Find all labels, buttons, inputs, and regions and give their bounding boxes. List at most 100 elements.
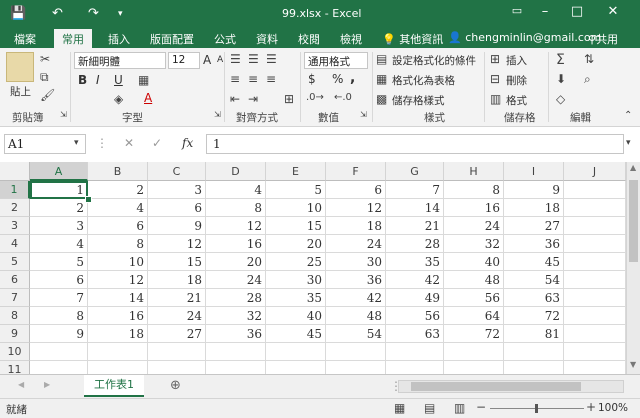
- copy-icon[interactable]: ⧉: [40, 70, 49, 85]
- scroll-down-icon[interactable]: ▼: [630, 360, 636, 369]
- minimize-button[interactable]: –: [532, 4, 558, 19]
- cell-b8[interactable]: 16: [88, 307, 148, 325]
- clipboard-launcher-icon[interactable]: ⇲: [60, 110, 67, 119]
- font-launcher-icon[interactable]: ⇲: [214, 110, 221, 119]
- sheet-tab[interactable]: 工作表1: [84, 375, 144, 397]
- cell-a6[interactable]: 6: [30, 271, 88, 289]
- align-right-icon[interactable]: ≡: [266, 72, 276, 86]
- cell-j6[interactable]: [564, 271, 626, 289]
- page-break-view-icon[interactable]: ▥: [454, 401, 465, 415]
- cell-d8[interactable]: 32: [206, 307, 266, 325]
- decrease-decimal-icon[interactable]: ←.0: [334, 92, 352, 103]
- cell-h5[interactable]: 40: [444, 253, 504, 271]
- cell-a9[interactable]: 9: [30, 325, 88, 343]
- fill-icon[interactable]: ⬇: [556, 72, 566, 86]
- merge-center-icon[interactable]: ⊞: [284, 92, 294, 106]
- cell-a3[interactable]: 3: [30, 217, 88, 235]
- cell-d10[interactable]: [206, 343, 266, 361]
- cell-g4[interactable]: 28: [386, 235, 444, 253]
- cut-icon[interactable]: ✂: [40, 52, 50, 66]
- comma-button[interactable]: ,: [350, 70, 355, 86]
- save-icon[interactable]: 💾: [10, 6, 26, 21]
- shrink-font-button[interactable]: A: [217, 55, 223, 65]
- cell-f4[interactable]: 24: [326, 235, 386, 253]
- number-format-select[interactable]: 通用格式: [304, 52, 368, 69]
- delete-cells-button[interactable]: 刪除: [506, 73, 527, 88]
- cell-g5[interactable]: 35: [386, 253, 444, 271]
- cell-d2[interactable]: 8: [206, 199, 266, 217]
- font-color-button[interactable]: A: [144, 91, 152, 105]
- borders-icon[interactable]: ▦: [138, 73, 149, 87]
- cancel-icon[interactable]: ✕: [124, 136, 134, 150]
- cell-j5[interactable]: [564, 253, 626, 271]
- cell-f8[interactable]: 48: [326, 307, 386, 325]
- cell-a4[interactable]: 4: [30, 235, 88, 253]
- paste-icon[interactable]: [6, 52, 34, 82]
- column-header-a[interactable]: A: [30, 162, 88, 181]
- formula-input[interactable]: 1: [206, 134, 624, 154]
- cell-h3[interactable]: 24: [444, 217, 504, 235]
- cell-a5[interactable]: 5: [30, 253, 88, 271]
- autosum-icon[interactable]: Σ: [556, 52, 565, 68]
- cell-d1[interactable]: 4: [206, 181, 266, 199]
- scroll-thumb[interactable]: [629, 180, 638, 262]
- cell-e7[interactable]: 35: [266, 289, 326, 307]
- font-name-select[interactable]: 新細明體: [74, 52, 166, 69]
- cell-g7[interactable]: 49: [386, 289, 444, 307]
- cell-e6[interactable]: 30: [266, 271, 326, 289]
- cell-b3[interactable]: 6: [88, 217, 148, 235]
- cell-c6[interactable]: 18: [148, 271, 206, 289]
- cell-j2[interactable]: [564, 199, 626, 217]
- enter-icon[interactable]: ✓: [152, 136, 162, 150]
- increase-indent-icon[interactable]: ⇥: [248, 92, 258, 106]
- cell-f5[interactable]: 30: [326, 253, 386, 271]
- cell-i1[interactable]: 9: [504, 181, 564, 199]
- cell-f10[interactable]: [326, 343, 386, 361]
- align-center-icon[interactable]: ≡: [248, 72, 258, 86]
- cell-i2[interactable]: 18: [504, 199, 564, 217]
- cell-f2[interactable]: 12: [326, 199, 386, 217]
- cell-c3[interactable]: 9: [148, 217, 206, 235]
- cell-a2[interactable]: 2: [30, 199, 88, 217]
- tell-me-box[interactable]: 💡 其他資訊: [382, 31, 443, 47]
- column-header-j[interactable]: J: [564, 162, 626, 181]
- cell-e3[interactable]: 15: [266, 217, 326, 235]
- column-header-b[interactable]: B: [88, 162, 148, 181]
- row-header-7[interactable]: 7: [0, 289, 30, 307]
- cell-a10[interactable]: [30, 343, 88, 361]
- cell-a1[interactable]: 1: [30, 181, 88, 199]
- tab-file[interactable]: 檔案: [14, 31, 36, 47]
- bold-button[interactable]: B: [78, 73, 87, 87]
- cell-c9[interactable]: 27: [148, 325, 206, 343]
- vertical-scrollbar[interactable]: ▲ ▼: [626, 162, 640, 374]
- middle-align-icon[interactable]: ☰: [248, 52, 259, 66]
- cell-g10[interactable]: [386, 343, 444, 361]
- cell-i9[interactable]: 81: [504, 325, 564, 343]
- column-header-f[interactable]: F: [326, 162, 386, 181]
- currency-button[interactable]: $: [308, 72, 316, 86]
- cell-h4[interactable]: 32: [444, 235, 504, 253]
- fill-handle[interactable]: [85, 196, 92, 203]
- cell-c10[interactable]: [148, 343, 206, 361]
- column-header-e[interactable]: E: [266, 162, 326, 181]
- cell-c4[interactable]: 12: [148, 235, 206, 253]
- cell-g9[interactable]: 63: [386, 325, 444, 343]
- cell-d7[interactable]: 28: [206, 289, 266, 307]
- cell-b7[interactable]: 14: [88, 289, 148, 307]
- cell-h10[interactable]: [444, 343, 504, 361]
- maximize-button[interactable]: □: [564, 4, 590, 19]
- cell-g1[interactable]: 7: [386, 181, 444, 199]
- zoom-level[interactable]: 100%: [598, 402, 628, 414]
- row-header-10[interactable]: 10: [0, 343, 30, 361]
- cell-d5[interactable]: 20: [206, 253, 266, 271]
- column-header-c[interactable]: C: [148, 162, 206, 181]
- row-header-1[interactable]: 1: [0, 181, 30, 199]
- column-header-i[interactable]: I: [504, 162, 564, 181]
- scroll-up-icon[interactable]: ▲: [630, 163, 636, 172]
- cell-e4[interactable]: 20: [266, 235, 326, 253]
- format-cells-button[interactable]: 格式: [506, 93, 527, 108]
- cell-g3[interactable]: 21: [386, 217, 444, 235]
- normal-view-icon[interactable]: ▦: [394, 401, 405, 415]
- zoom-slider-thumb[interactable]: [535, 404, 538, 413]
- decrease-indent-icon[interactable]: ⇤: [230, 92, 240, 106]
